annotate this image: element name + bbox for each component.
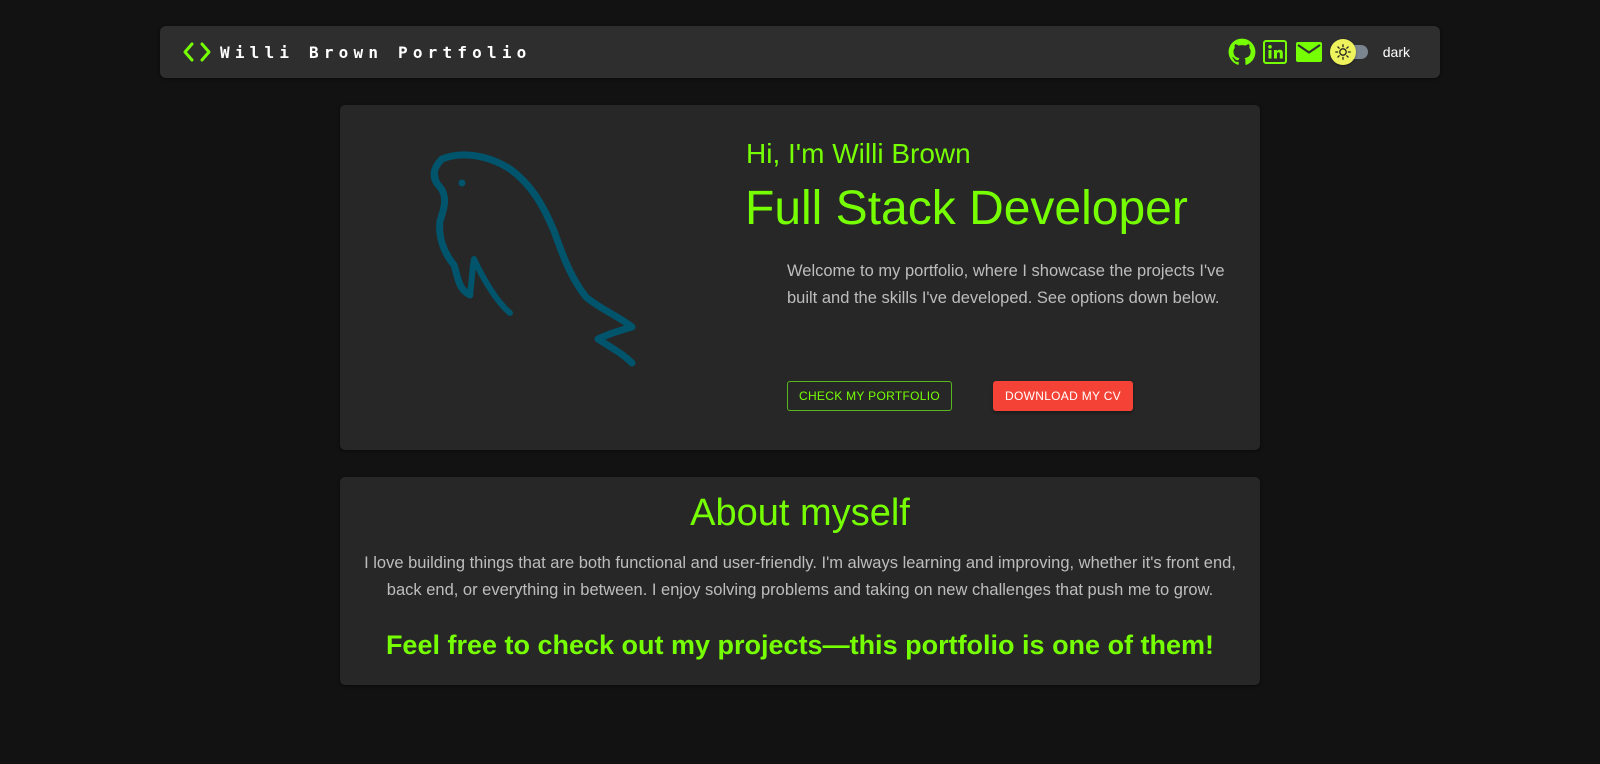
theme-toggle[interactable] <box>1329 39 1370 65</box>
mail-icon[interactable] <box>1295 42 1322 62</box>
github-icon[interactable] <box>1228 38 1256 66</box>
sun-icon <box>1329 39 1356 65</box>
nav-actions: dark <box>1228 26 1410 78</box>
hero-greeting: Hi, I'm Willi Brown <box>746 138 971 169</box>
theme-label: dark <box>1382 44 1410 60</box>
download-cv-button[interactable]: Download my CV <box>993 381 1133 411</box>
brand-title: Willi Brown Portfolio <box>220 42 532 62</box>
hero-headline: Full Stack Developer <box>745 182 1188 235</box>
about-cta: Feel free to check out my projects—this … <box>385 630 1215 660</box>
about-title: About myself <box>690 492 910 534</box>
hero-card: Hi, I'm Willi Brown Full Stack Developer… <box>340 105 1260 450</box>
linkedin-icon[interactable] <box>1262 40 1287 64</box>
top-navbar: Willi Brown Portfolio dark <box>160 26 1440 78</box>
about-text: I love building things that are both fun… <box>364 554 1236 599</box>
check-portfolio-button[interactable]: Check my portfolio <box>787 381 952 411</box>
hero-welcome-text: Welcome to my portfolio, where I showcas… <box>787 262 1225 307</box>
mysql-dolphin-icon <box>410 141 650 381</box>
code-icon <box>182 41 212 63</box>
about-card: About myself I love building things that… <box>340 477 1260 685</box>
brand-link[interactable]: Willi Brown Portfolio <box>182 26 532 78</box>
